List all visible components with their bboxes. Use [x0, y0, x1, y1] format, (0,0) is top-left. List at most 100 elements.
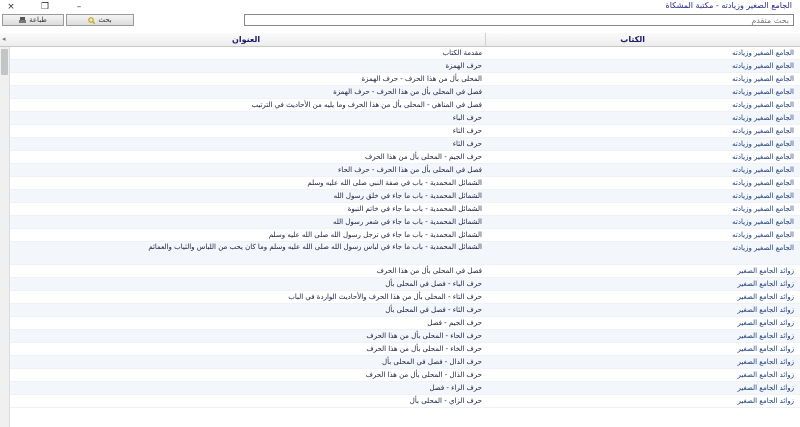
cell-title: فصل في المحلى بأل من هذا الحرف - حرف الح…: [338, 166, 482, 174]
cell-book: زوائد الجامع الصغير: [737, 358, 794, 366]
title-bar: × ❐ – الجامع الصغير وزيادته - مكتبة المش…: [0, 0, 800, 13]
cell-book: الجامع الصغير وزيادته: [732, 75, 794, 83]
table-row[interactable]: الجامع الصغير وزيادته فصل في المناهي - ال…: [0, 99, 800, 112]
search-button[interactable]: بحث: [66, 14, 134, 26]
table-row[interactable]: الجامع الصغير وزيادته الشمائل المحمدية - …: [0, 190, 800, 203]
cell-book: الجامع الصغير وزيادته: [732, 218, 794, 226]
cell-title: حرف الخاء - المحلى بأل من هذا الحرف: [366, 345, 482, 353]
cell-book: الجامع الصغير وزيادته: [732, 244, 794, 252]
cell-book: الجامع الصغير وزيادته: [732, 231, 794, 239]
cell-book: الجامع الصغير وزيادته: [732, 205, 794, 213]
table-row[interactable]: الجامع الصغير وزيادته حرف الهمزة: [0, 60, 800, 73]
cell-book: زوائد الجامع الصغير: [737, 397, 794, 405]
table-row[interactable]: الجامع الصغير وزيادته المحلى بأل من هذا ا…: [0, 73, 800, 86]
table-row[interactable]: الجامع الصغير وزيادته الشمائل المحمدية - …: [0, 216, 800, 229]
table-header: ◂ الكتاب العنوان: [0, 33, 800, 47]
table-row[interactable]: الجامع الصغير وزيادته حرف التاء: [0, 125, 800, 138]
close-icon[interactable]: ×: [2, 1, 20, 12]
cell-title: الشمائل المحمدية - باب ما جاء في خاتم ال…: [347, 205, 482, 213]
cell-title: الشمائل المحمدية - باب ما جاء في لباس رس…: [148, 243, 482, 251]
table-row[interactable]: الجامع الصغير وزيادته الشمائل المحمدية - …: [0, 203, 800, 216]
table-row[interactable]: زوائد الجامع الصغير حرف الجيم - فصل: [0, 317, 800, 330]
table-row[interactable]: الجامع الصغير وزيادته الشمائل المحمدية - …: [0, 242, 800, 265]
cell-book: زوائد الجامع الصغير: [737, 267, 794, 275]
table-row[interactable]: زوائد الجامع الصغير حرف الدال - فصل في ال…: [0, 356, 800, 369]
table-row[interactable]: زوائد الجامع الصغير حرف الذال - المحلى بأ…: [0, 369, 800, 382]
table-row[interactable]: زوائد الجامع الصغير حرف الراء - فصل: [0, 382, 800, 395]
maximize-icon[interactable]: ❐: [36, 1, 54, 12]
cell-title: فصل في المحلى بأل من هذا الحرف - حرف اله…: [333, 88, 482, 96]
table-row[interactable]: زوائد الجامع الصغير حرف الحاء - المحلى بأ…: [0, 330, 800, 343]
table-row[interactable]: الجامع الصغير وزيادته مقدمة الكتاب: [0, 47, 800, 60]
table-row[interactable]: الجامع الصغير وزيادته الشمائل المحمدية - …: [0, 229, 800, 242]
cell-book: الجامع الصغير وزيادته: [732, 101, 794, 109]
cell-title: حرف التاء - المحلى بأل من هذا الحرف والأ…: [288, 293, 482, 301]
window-title: الجامع الصغير وزيادته - مكتبة المشكاة: [665, 1, 792, 10]
table-row[interactable]: زوائد الجامع الصغير فصل في المحلى بأل من …: [0, 265, 800, 278]
cell-title: الشمائل المحمدية - باب ما جاء في ترجل رس…: [268, 231, 482, 239]
cell-book: الجامع الصغير وزيادته: [732, 49, 794, 57]
search-field[interactable]: [244, 14, 794, 26]
cell-book: زوائد الجامع الصغير: [737, 306, 794, 314]
cell-book: زوائد الجامع الصغير: [737, 384, 794, 392]
cell-title: فصل في المناهي - المحلى بأل من هذا الحرف…: [251, 101, 482, 109]
vertical-scrollbar[interactable]: [0, 47, 10, 427]
table-row[interactable]: الجامع الصغير وزيادته الشمائل المحمدية - …: [0, 177, 800, 190]
cell-title: حرف الباء - فصل في المحلى بأل: [385, 280, 482, 288]
table-row[interactable]: زوائد الجامع الصغير حرف الثاء - فصل في ال…: [0, 304, 800, 317]
cell-book: الجامع الصغير وزيادته: [732, 140, 794, 148]
column-header-title[interactable]: العنوان: [232, 35, 260, 44]
cell-title: حرف الباء: [452, 114, 482, 122]
table-row[interactable]: الجامع الصغير وزيادته حرف الباء: [0, 112, 800, 125]
cell-title: مقدمة الكتاب: [442, 49, 482, 57]
cell-title: حرف التاء: [452, 127, 482, 135]
cell-book: زوائد الجامع الصغير: [737, 293, 794, 301]
toolbar: طباعة بحث: [0, 13, 800, 30]
scrollbar-thumb[interactable]: [1, 49, 8, 75]
cell-book: الجامع الصغير وزيادته: [732, 62, 794, 70]
table-row[interactable]: الجامع الصغير وزيادته فصل في المحلى بأل م…: [0, 164, 800, 177]
table-row[interactable]: الجامع الصغير وزيادته حرف الجيم - المحلى …: [0, 151, 800, 164]
cell-book: زوائد الجامع الصغير: [737, 280, 794, 288]
cell-title: الشمائل المحمدية - باب في صفة النبي صلى …: [307, 179, 482, 187]
cell-title: حرف الثاء - فصل في المحلى بأل: [385, 306, 482, 314]
search-input[interactable]: [245, 15, 789, 25]
search-button-label: بحث: [98, 16, 112, 24]
table-row[interactable]: زوائد الجامع الصغير حرف التاء - المحلى بأ…: [0, 291, 800, 304]
results-table: الجامع الصغير وزيادته مقدمة الكتاب الجامع …: [0, 47, 800, 427]
minimize-icon[interactable]: –: [70, 1, 88, 12]
print-icon: [19, 16, 27, 24]
cell-book: الجامع الصغير وزيادته: [732, 192, 794, 200]
cell-title: حرف الجيم - فصل: [427, 319, 482, 327]
cell-title: حرف الهمزة: [445, 62, 482, 70]
cell-title: الشمائل المحمدية - باب ما جاء في شعر رسو…: [332, 218, 482, 226]
cell-book: الجامع الصغير وزيادته: [732, 114, 794, 122]
column-header-book[interactable]: الكتاب: [620, 35, 645, 44]
column-divider[interactable]: [485, 33, 486, 46]
print-button-label: طباعة: [29, 16, 47, 24]
cell-title: حرف الحاء - المحلى بأل من هذا الحرف: [366, 332, 482, 340]
table-row[interactable]: الجامع الصغير وزيادته فصل في المحلى بأل م…: [0, 86, 800, 99]
table-row[interactable]: زوائد الجامع الصغير حرف الزاي - المحلى بأ…: [0, 395, 800, 408]
cell-title: المحلى بأل من هذا الحرف - حرف الهمزة: [361, 75, 483, 83]
cell-title: حرف الدال - فصل في المحلى بأل: [382, 358, 482, 366]
cell-title: حرف الزاي - المحلى بأل: [409, 397, 482, 405]
sort-arrow-icon[interactable]: ◂: [2, 35, 6, 43]
table-row[interactable]: زوائد الجامع الصغير حرف الباء - فصل في ال…: [0, 278, 800, 291]
cell-book: الجامع الصغير وزيادته: [732, 127, 794, 135]
cell-book: زوائد الجامع الصغير: [737, 332, 794, 340]
cell-title: الشمائل المحمدية - باب ما جاء في خلق رسو…: [333, 192, 482, 200]
cell-book: الجامع الصغير وزيادته: [732, 179, 794, 187]
cell-book: زوائد الجامع الصغير: [737, 319, 794, 327]
table-row[interactable]: زوائد الجامع الصغير حرف الخاء - المحلى بأ…: [0, 343, 800, 356]
cell-book: الجامع الصغير وزيادته: [732, 166, 794, 174]
cell-book: الجامع الصغير وزيادته: [732, 153, 794, 161]
cell-title: حرف الذال - المحلى بأل من هذا الحرف: [365, 371, 482, 379]
print-button[interactable]: طباعة: [2, 14, 64, 26]
cell-book: زوائد الجامع الصغير: [737, 371, 794, 379]
table-row[interactable]: الجامع الصغير وزيادته حرف الثاء: [0, 138, 800, 151]
cell-title: حرف الثاء: [452, 140, 482, 148]
cell-title: حرف الجيم - المحلى بأل من هذا الحرف: [365, 153, 482, 161]
search-icon: [88, 16, 96, 24]
window-controls: × ❐ –: [2, 1, 88, 12]
